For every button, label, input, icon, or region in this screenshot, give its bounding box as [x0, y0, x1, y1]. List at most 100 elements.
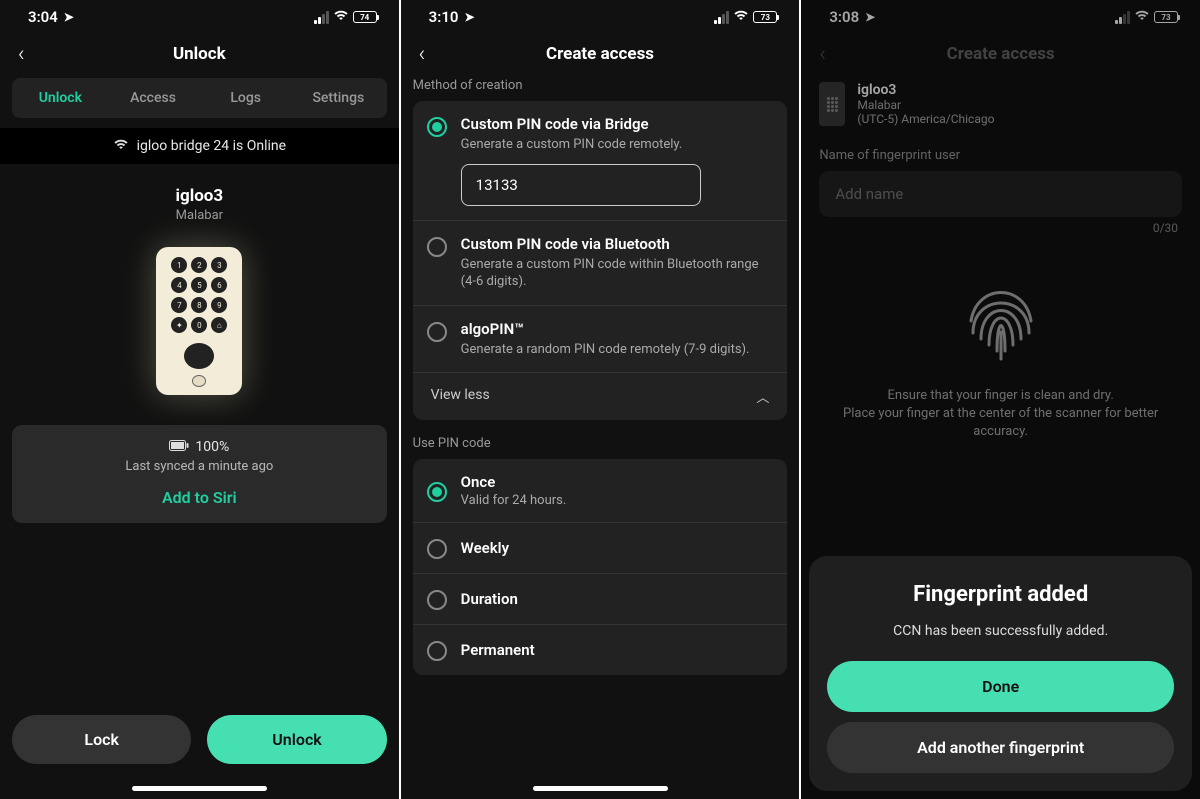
add-another-button[interactable]: Add another fingerprint: [827, 722, 1174, 773]
tabs: Unlock Access Logs Settings: [12, 78, 387, 118]
lock-button[interactable]: Lock: [12, 715, 191, 764]
pin-input[interactable]: 13133: [461, 164, 701, 206]
chevron-up-icon: ︿: [756, 387, 769, 406]
option-desc: Generate a custom PIN code remotely.: [461, 136, 774, 154]
radio-icon[interactable]: [427, 322, 447, 342]
device-name: igloo3: [857, 82, 994, 98]
tab-unlock[interactable]: Unlock: [14, 80, 107, 116]
signal-icon: [1115, 11, 1130, 24]
use-option-once[interactable]: Once Valid for 24 hours.: [413, 459, 788, 523]
sheet-title: Fingerprint added: [827, 582, 1174, 607]
home-indicator[interactable]: [533, 786, 668, 791]
option-title: algoPIN™: [461, 320, 774, 338]
status-bar: 3:10 ➤ 73: [401, 0, 800, 30]
status-bar: 3:08 ➤ 73: [801, 0, 1200, 30]
header: ‹ Unlock: [0, 30, 399, 78]
radio-icon: [427, 590, 447, 610]
wifi-icon: [1134, 9, 1150, 25]
signal-icon: [714, 11, 729, 24]
status-bar: 3:04 ➤ 74: [0, 0, 399, 30]
view-less-label: View less: [431, 387, 490, 406]
use-option-weekly[interactable]: Weekly: [413, 523, 788, 574]
fingerprint-help: Ensure that your finger is clean and dry…: [801, 367, 1200, 442]
status-card: 100% Last synced a minute ago Add to Sir…: [12, 425, 387, 523]
bridge-status-text: igloo bridge 24 is Online: [137, 138, 286, 154]
home-indicator[interactable]: [132, 786, 267, 791]
use-option-title: Duration: [461, 590, 518, 608]
use-pin-panel: Once Valid for 24 hours. Weekly Duration…: [413, 459, 788, 675]
add-to-siri-button[interactable]: Add to Siri: [22, 488, 377, 507]
radio-icon[interactable]: [427, 539, 447, 559]
screen-create-access-fingerprint: 3:08 ➤ 73 ‹ Create access igloo3 Malabar…: [801, 0, 1200, 799]
back-button[interactable]: ‹: [819, 42, 826, 67]
battery-percent: 100%: [195, 439, 229, 455]
device-location: Malabar: [12, 208, 387, 223]
option-pin-via-bluetooth[interactable]: Custom PIN code via Bluetooth Generate a…: [413, 221, 788, 306]
radio-icon[interactable]: [427, 117, 447, 137]
radio-icon[interactable]: [427, 237, 447, 257]
device-thumb-icon: [819, 82, 845, 126]
wifi-icon: [733, 9, 749, 25]
char-count: 0/30: [823, 221, 1178, 235]
header: ‹ Create access: [401, 30, 800, 78]
wifi-icon: [333, 9, 349, 25]
last-synced: Last synced a minute ago: [22, 459, 377, 474]
battery-icon: [169, 439, 189, 455]
signal-icon: [314, 11, 329, 24]
clock: 3:04: [28, 8, 58, 26]
screen-unlock: 3:04 ➤ 74 ‹ Unlock Unlock Access Logs Se…: [0, 0, 399, 799]
confirmation-sheet: Fingerprint added CCN has been successfu…: [809, 556, 1192, 791]
header: ‹ Create access: [801, 30, 1200, 78]
lock-image: 123 456 789 ✦0⌂: [12, 247, 387, 395]
back-button[interactable]: ‹: [18, 42, 25, 67]
method-panel: Custom PIN code via Bridge Generate a cu…: [413, 101, 788, 420]
device-header: igloo3 Malabar (UTC-5) America/Chicago: [801, 78, 1200, 138]
use-option-title: Once: [461, 473, 567, 491]
name-label: Name of fingerprint user: [819, 148, 1182, 163]
option-title: Custom PIN code via Bridge: [461, 115, 774, 133]
option-algopin[interactable]: algoPIN™ Generate a random PIN code remo…: [413, 306, 788, 374]
fingerprint-icon: [801, 263, 1200, 367]
device-timezone: (UTC-5) America/Chicago: [857, 112, 994, 126]
use-option-title: Permanent: [461, 641, 535, 659]
back-button[interactable]: ‹: [419, 42, 426, 67]
use-option-title: Weekly: [461, 539, 509, 557]
device-name: igloo3: [12, 186, 387, 206]
page-title: Unlock: [173, 44, 226, 64]
option-title: Custom PIN code via Bluetooth: [461, 235, 774, 253]
name-input[interactable]: Add name: [819, 171, 1182, 217]
battery-icon: 74: [353, 11, 377, 23]
clock: 3:08: [829, 8, 859, 26]
view-less-toggle[interactable]: View less ︿: [413, 373, 788, 420]
unlock-button[interactable]: Unlock: [207, 715, 386, 764]
sheet-body: CCN has been successfully added.: [827, 623, 1174, 639]
option-desc: Generate a random PIN code remotely (7-9…: [461, 341, 774, 359]
use-option-duration[interactable]: Duration: [413, 574, 788, 625]
page-title: Create access: [947, 44, 1055, 64]
help-line-2: Place your finger at the center of the s…: [837, 405, 1164, 441]
radio-icon[interactable]: [427, 482, 447, 502]
tab-settings[interactable]: Settings: [292, 80, 385, 116]
battery-icon: 73: [753, 11, 777, 23]
name-placeholder: Add name: [835, 185, 903, 203]
option-desc: Generate a custom PIN code within Blueto…: [461, 256, 774, 291]
location-arrow-icon: ➤: [64, 10, 74, 24]
wifi-icon: [113, 138, 129, 154]
done-button[interactable]: Done: [827, 661, 1174, 712]
clock: 3:10: [429, 8, 459, 26]
battery-icon: 73: [1154, 11, 1178, 23]
radio-icon[interactable]: [427, 641, 447, 661]
tab-logs[interactable]: Logs: [199, 80, 292, 116]
option-pin-via-bridge[interactable]: Custom PIN code via Bridge Generate a cu…: [413, 101, 788, 221]
use-option-permanent[interactable]: Permanent: [413, 625, 788, 675]
location-arrow-icon: ➤: [865, 10, 875, 24]
use-option-sub: Valid for 24 hours.: [461, 493, 567, 508]
tab-access[interactable]: Access: [107, 80, 200, 116]
method-label: Method of creation: [413, 78, 788, 93]
location-arrow-icon: ➤: [464, 10, 474, 24]
bridge-status-bar: igloo bridge 24 is Online: [0, 128, 399, 164]
page-title: Create access: [546, 44, 654, 64]
device-location: Malabar: [857, 98, 994, 112]
screen-create-access-pin: 3:10 ➤ 73 ‹ Create access Method of crea…: [401, 0, 800, 799]
use-pin-label: Use PIN code: [413, 436, 788, 451]
